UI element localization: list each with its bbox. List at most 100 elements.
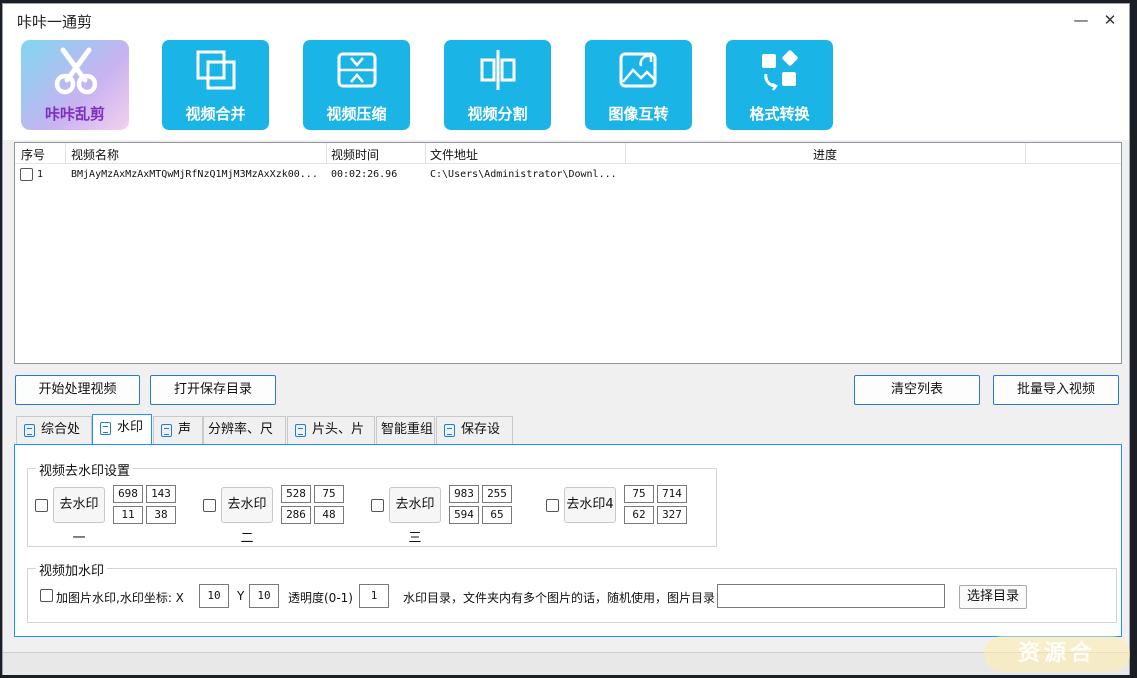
watermark-1-x[interactable]: 698 <box>113 485 143 503</box>
watermark-3-checkbox[interactable] <box>371 499 384 512</box>
minimize-icon[interactable]: — <box>1071 10 1091 30</box>
tab-general[interactable]: 综合处理 <box>16 416 92 463</box>
add-watermark-title: 视频加水印 <box>36 560 108 579</box>
row-video-name: BMjAyMzAxMzAxMTQwMjRfNzQ1MjM3MzAxXzk00..… <box>71 169 318 180</box>
batch-import-button[interactable]: 批量导入视频 <box>993 375 1119 405</box>
opacity-input[interactable]: 1 <box>359 584 389 608</box>
format-convert-button[interactable]: 格式转换 <box>726 40 833 130</box>
document-icon <box>161 424 172 437</box>
window-title: 咔咔一通剪 <box>17 13 93 31</box>
remove-watermark-group: 视频去水印设置 去水印一 698 143 11 38 去水印二 528 75 2… <box>27 460 717 547</box>
site-watermark: 资源合 <box>984 636 1130 672</box>
tab-label: 智能重组 <box>381 422 434 437</box>
watermark-4-checkbox[interactable] <box>546 499 559 512</box>
row-checkbox[interactable] <box>20 168 33 181</box>
watermark-1-h[interactable]: 38 <box>146 506 176 524</box>
watermark-3-y[interactable]: 255 <box>482 485 512 503</box>
watermark-1-checkbox[interactable] <box>35 499 48 512</box>
remove-watermark-title: 视频去水印设置 <box>36 460 134 479</box>
compress-button[interactable]: 视频压缩 <box>303 40 410 130</box>
add-image-watermark-label: 加图片水印,水印坐标: X <box>56 591 184 605</box>
choose-dir-button[interactable]: 选择目录 <box>959 585 1027 609</box>
document-icon <box>295 424 306 437</box>
y-label: Y <box>237 589 245 603</box>
watermark-4-y[interactable]: 714 <box>657 485 687 503</box>
column-header-index[interactable]: 序号 <box>21 146 45 163</box>
tab-label: 水印 <box>117 420 144 435</box>
column-header-path[interactable]: 文件地址 <box>430 146 478 163</box>
merge-label: 视频合并 <box>185 105 246 123</box>
status-bar <box>3 652 1129 675</box>
title-bar: 咔咔一通剪 — ✕ <box>3 4 1129 36</box>
add-image-watermark-checkbox[interactable] <box>40 589 53 602</box>
list-header: 序号 视频名称 视频时间 文件地址 进度 <box>15 143 1121 164</box>
row-path: C:\Users\Administrator\Downl... <box>430 169 617 180</box>
watermark-tab-panel: 视频去水印设置 去水印一 698 143 11 38 去水印二 528 75 2… <box>14 444 1122 637</box>
watermark-3-h[interactable]: 65 <box>482 506 512 524</box>
clear-list-button[interactable]: 清空列表 <box>854 375 980 405</box>
open-save-dir-button[interactable]: 打开保存目录 <box>150 375 276 405</box>
watermark-3-w[interactable]: 594 <box>449 506 479 524</box>
watermark-dir-input[interactable] <box>717 584 945 608</box>
watermark-4-x[interactable]: 75 <box>624 485 654 503</box>
watermark-4-h[interactable]: 327 <box>657 506 687 524</box>
watermark-3-button[interactable]: 去水印三 <box>389 487 441 546</box>
scissors-icon <box>54 47 98 95</box>
watermark-y-input[interactable]: 10 <box>249 584 279 608</box>
watermark-x-input[interactable]: 10 <box>199 584 229 608</box>
watermark-4-w[interactable]: 62 <box>624 506 654 524</box>
column-header-duration[interactable]: 视频时间 <box>331 146 379 163</box>
opacity-label: 透明度(0-1) <box>288 591 353 605</box>
image-convert-icon <box>619 52 657 88</box>
video-file-list[interactable]: 序号 视频名称 视频时间 文件地址 进度 1 BMjAyMzAxMzAxMTQw… <box>14 142 1122 364</box>
close-icon[interactable]: ✕ <box>1100 10 1120 30</box>
tab-resolution[interactable]: 分辨率、尺寸 <box>203 416 286 463</box>
watermark-dir-label: 水印目录，文件夹内有多个图片的话，随机使用，图片目录 <box>403 591 716 605</box>
watermark-4-button[interactable]: 去水印4 <box>564 487 616 523</box>
image-convert-button[interactable]: 图像互转 <box>585 40 692 130</box>
watermark-1-w[interactable]: 11 <box>113 506 143 524</box>
watermark-2-button[interactable]: 去水印二 <box>221 487 273 546</box>
tab-save-settings[interactable]: 保存设置 <box>436 416 513 463</box>
table-row[interactable]: 1 BMjAyMzAxMzAxMTQwMjRfNzQ1MjM3MzAxXzk00… <box>15 165 1121 184</box>
column-divider[interactable] <box>1025 143 1026 164</box>
tab-watermark[interactable]: 水印 <box>92 414 152 445</box>
split-label: 视频分割 <box>467 105 528 123</box>
compress-label: 视频压缩 <box>326 105 387 123</box>
watermark-2-w[interactable]: 286 <box>281 506 311 524</box>
watermark-2-x[interactable]: 528 <box>281 485 311 503</box>
watermark-2-h[interactable]: 48 <box>314 506 344 524</box>
watermark-2-checkbox[interactable] <box>203 499 216 512</box>
tab-intro-outro[interactable]: 片头、片尾 <box>287 416 375 463</box>
column-header-name[interactable]: 视频名称 <box>71 146 119 163</box>
document-icon <box>24 424 35 437</box>
app-window: 咔咔一通剪 — ✕ 咔咔乱剪 视频合并 视频压缩 视频分割 图像互转 格式转换 … <box>2 3 1130 675</box>
row-index: 1 <box>37 169 44 180</box>
watermark-1-y[interactable]: 143 <box>146 485 176 503</box>
start-processing-button[interactable]: 开始处理视频 <box>15 375 140 405</box>
column-header-progress[interactable]: 进度 <box>813 146 837 163</box>
merge-icon <box>196 50 236 90</box>
column-divider[interactable] <box>65 143 66 164</box>
image-convert-label: 图像互转 <box>608 105 669 123</box>
format-convert-label: 格式转换 <box>749 105 810 123</box>
merge-button[interactable]: 视频合并 <box>162 40 269 130</box>
toolbar: 咔咔乱剪 视频合并 视频压缩 视频分割 图像互转 格式转换 <box>3 36 1129 140</box>
split-button[interactable]: 视频分割 <box>444 40 551 130</box>
add-watermark-group: 视频加水印 加图片水印,水印坐标: X 10 Y 10 透明度(0-1) 1 水… <box>27 560 1117 623</box>
row-duration: 00:02:26.96 <box>331 169 398 180</box>
watermark-3-x[interactable]: 983 <box>449 485 479 503</box>
watermark-2-y[interactable]: 75 <box>314 485 344 503</box>
document-icon <box>100 422 111 435</box>
document-icon <box>444 424 455 437</box>
logo-label: 咔咔乱剪 <box>44 105 105 123</box>
column-divider[interactable] <box>625 143 626 164</box>
column-divider[interactable] <box>326 143 327 164</box>
tab-smart-reorg[interactable]: 智能重组 <box>376 416 435 444</box>
format-convert-icon <box>762 50 798 91</box>
watermark-1-button[interactable]: 去水印一 <box>53 487 105 546</box>
app-logo-button[interactable]: 咔咔乱剪 <box>21 40 129 130</box>
column-divider[interactable] <box>425 143 426 164</box>
split-icon <box>480 50 516 90</box>
tab-audio[interactable]: 声音 <box>153 416 203 463</box>
